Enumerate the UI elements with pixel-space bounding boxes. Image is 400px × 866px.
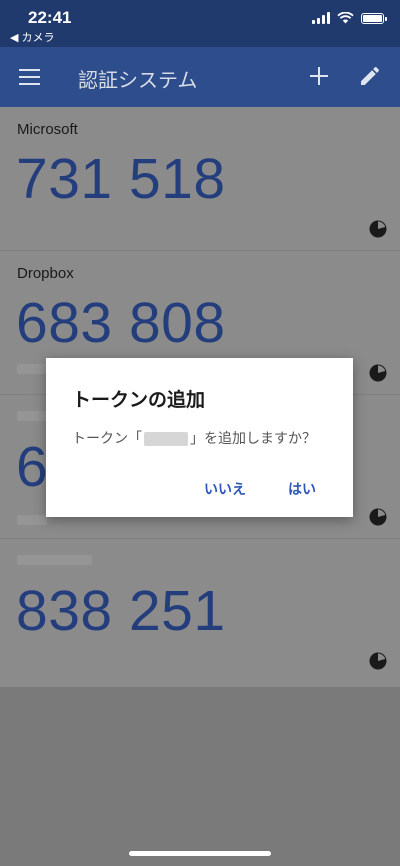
app-bar: 認証システム bbox=[0, 47, 400, 107]
back-to-camera-link[interactable]: ◀ カメラ bbox=[10, 29, 55, 45]
token-code: 731 518 bbox=[16, 147, 226, 211]
token-row[interactable]: 838 251 bbox=[0, 539, 400, 683]
timer-icon bbox=[369, 220, 387, 238]
redacted-token-name bbox=[144, 432, 188, 447]
timer-icon bbox=[369, 508, 387, 526]
token-row[interactable]: Microsoft 731 518 bbox=[0, 107, 400, 251]
home-indicator[interactable] bbox=[129, 851, 271, 856]
redacted-issuer bbox=[17, 555, 92, 565]
status-bar: 22:41 ◀ カメラ bbox=[0, 0, 400, 47]
battery-icon bbox=[361, 12, 387, 24]
dialog-title: トークンの追加 bbox=[72, 390, 206, 411]
status-time: 22:41 bbox=[28, 8, 72, 27]
token-issuer: Microsoft bbox=[17, 121, 78, 138]
add-token-dialog: トークンの追加 トークン「 」を追加しますか？ いいえ はい bbox=[46, 358, 353, 517]
edit-icon[interactable] bbox=[358, 64, 382, 88]
dialog-message: トークン「 」を追加しますか？ bbox=[72, 428, 316, 448]
dialog-message-suffix: 」を追加しますか？ bbox=[190, 430, 316, 446]
token-code: 683 808 bbox=[16, 291, 226, 355]
wifi-icon bbox=[337, 12, 354, 24]
timer-icon bbox=[369, 364, 387, 382]
token-issuer: Dropbox bbox=[17, 265, 74, 282]
status-icons bbox=[312, 12, 387, 24]
signal-icon bbox=[312, 12, 330, 24]
add-icon[interactable] bbox=[309, 66, 329, 86]
token-code: 6 bbox=[16, 435, 49, 499]
menu-icon[interactable] bbox=[19, 69, 40, 85]
token-code: 838 251 bbox=[16, 579, 226, 643]
redacted-label bbox=[17, 515, 47, 525]
dialog-message-prefix: トークン「 bbox=[72, 430, 142, 446]
app-title: 認証システム bbox=[78, 70, 198, 92]
timer-icon bbox=[369, 652, 387, 670]
redacted-label bbox=[17, 364, 47, 374]
yes-button[interactable]: はい bbox=[288, 479, 316, 499]
no-button[interactable]: いいえ bbox=[204, 479, 246, 499]
